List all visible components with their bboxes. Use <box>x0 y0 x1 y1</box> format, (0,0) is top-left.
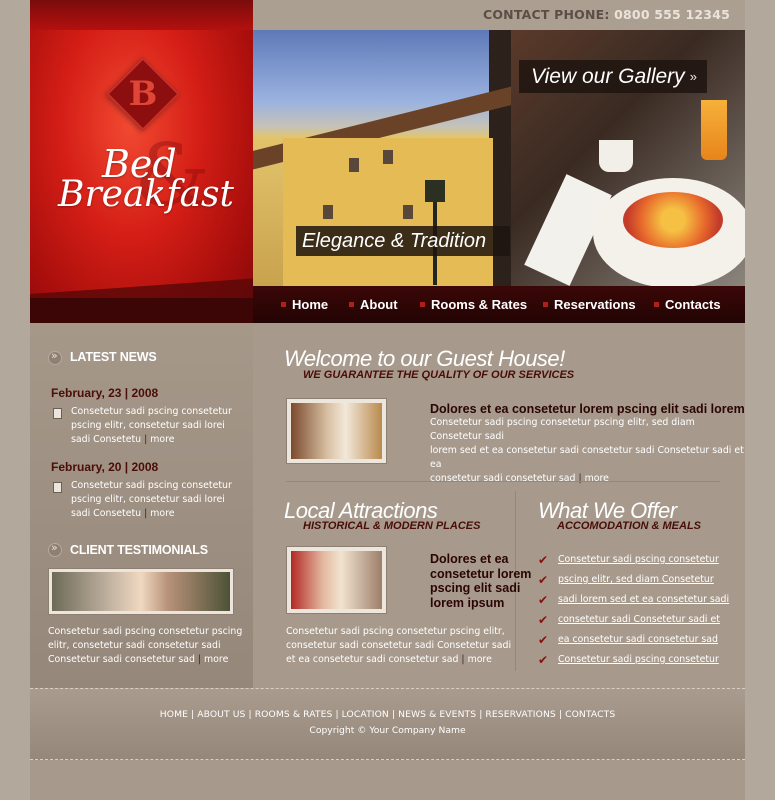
footer-link-about[interactable]: ABOUT US <box>197 709 245 720</box>
attractions-text: Consetetur sadi pscing consetetur pscing… <box>286 626 512 665</box>
main-content: Welcome to our Guest House! WE GUARANTEE… <box>253 323 745 688</box>
offer-link-1[interactable]: Consetetur sadi pscing consetetur <box>558 554 719 565</box>
view-gallery-label: View our Gallery <box>531 65 685 88</box>
testimonial-text: Consetetur sadi pscing consetetur pscing… <box>48 626 243 665</box>
offer-link-2[interactable]: pscing elitr, sed diam Consetetur <box>558 574 714 585</box>
page: CONTACT PHONE: 0800 555 12345 B & Bed Br… <box>30 0 745 800</box>
nav-rooms-rates[interactable]: Rooms & Rates <box>419 286 527 323</box>
footer-link-location[interactable]: LOCATION <box>342 709 389 720</box>
welcome-item-title: Dolores et ea consetetur lorem pscing el… <box>430 402 745 416</box>
footer-link-reservations[interactable]: RESERVATIONS <box>485 709 555 720</box>
news-text-1: Consetetur sadi pscing consetetur pscing… <box>71 406 232 445</box>
footer-link-news-events[interactable]: NEWS & EVENTS <box>398 709 476 720</box>
footer: HOME | ABOUT US | ROOMS & RATES | LOCATION | NEW… <box>30 688 745 760</box>
offer-link-5[interactable]: ea consetetur sadi consetetur sad <box>558 634 718 645</box>
top-bar: CONTACT PHONE: 0800 555 12345 <box>30 0 745 30</box>
footer-link-home[interactable]: HOME <box>160 709 188 720</box>
testimonial-photo <box>48 568 234 615</box>
testimonial-more-link[interactable]: more <box>204 654 228 665</box>
double-chevron-right-icon: » <box>689 69 697 84</box>
offer-link-3[interactable]: sadi lorem sed et ea consetetur sadi <box>558 594 729 605</box>
logo-ribbon-shadow <box>30 298 253 323</box>
offer-link-6[interactable]: Consetetur sadi pscing consetetur <box>558 654 719 665</box>
nav-contacts[interactable]: Contacts <box>654 286 721 323</box>
nav-about[interactable]: About <box>349 286 398 323</box>
juice-glass-image <box>701 100 727 160</box>
latest-news-heading: LATEST NEWS <box>70 350 157 364</box>
attractions-item-title: Dolores et ea consetetur lorem pscing el… <box>430 552 532 610</box>
footer-divider-top <box>30 688 745 689</box>
news-text-2: Consetetur sadi pscing consetetur pscing… <box>71 480 232 519</box>
news-date-1: February, 23 | 2008 <box>51 386 159 400</box>
hero-banner: View our Gallery » Elegance & Tradition <box>253 30 745 286</box>
footer-link-rooms-rates[interactable]: ROOMS & RATES <box>255 709 333 720</box>
content-divider <box>286 481 720 482</box>
news-more-link-2[interactable]: more <box>150 508 174 519</box>
footer-link-contacts[interactable]: CONTACTS <box>565 709 615 720</box>
site-logo[interactable]: B & Bed Breakfast <box>30 30 253 323</box>
what-we-offer-subtitle: ACCOMODATION & MEALS <box>557 520 702 532</box>
local-attractions-subtitle: HISTORICAL & MODERN PLACES <box>303 520 481 532</box>
coffee-cup-image <box>599 140 633 172</box>
logo-diamond-icon: B <box>106 57 180 131</box>
bedroom-thumbnail <box>286 398 387 464</box>
view-gallery-button[interactable]: View our Gallery » <box>519 60 707 93</box>
checkmark-icon: ✔ <box>538 553 549 567</box>
checkmark-icon: ✔ <box>538 653 549 667</box>
checkmark-icon: ✔ <box>538 593 549 607</box>
contact-phone-number: 0800 555 12345 <box>614 7 730 22</box>
welcome-more-link[interactable]: more <box>585 473 609 484</box>
footer-divider-bottom <box>30 759 745 760</box>
news-date-2: February, 20 | 2008 <box>51 460 159 474</box>
fruit-plate-image <box>593 178 745 286</box>
attractions-more-link[interactable]: more <box>468 654 492 665</box>
nav-home[interactable]: Home <box>280 286 328 323</box>
latest-news-bullet-icon <box>48 349 62 365</box>
sidebar: LATEST NEWS February, 23 | 2008 Consetet… <box>30 323 253 688</box>
welcome-item-text: Consetetur sadi pscing consetetur pscing… <box>430 417 744 484</box>
checkmark-icon: ✔ <box>538 633 549 647</box>
checkmark-icon: ✔ <box>538 573 549 587</box>
news-more-link-1[interactable]: more <box>150 434 174 445</box>
document-icon <box>53 408 62 419</box>
offer-link-4[interactable]: consetetur sadi Consetetur sadi et <box>558 614 720 625</box>
testimonials-bullet-icon <box>48 541 62 557</box>
document-icon <box>53 482 62 493</box>
nav-reservations[interactable]: Reservations <box>543 286 636 323</box>
attractions-thumbnail <box>286 546 387 614</box>
logo-word-breakfast: Breakfast <box>58 174 234 215</box>
footer-nav: HOME | ABOUT US | ROOMS & RATES | LOCATION | NEW… <box>159 709 616 720</box>
logo-top-strip <box>30 0 253 30</box>
contact-phone-label: CONTACT PHONE: <box>482 7 610 22</box>
main-nav: Home About Rooms & Rates Reservations Co… <box>253 286 745 323</box>
checkmark-icon: ✔ <box>538 613 549 627</box>
welcome-subtitle: WE GUARANTEE THE QUALITY OF OUR SERVICES <box>303 369 575 381</box>
copyright: Copyright © Your Company Name <box>309 725 466 736</box>
client-testimonials-heading: CLIENT TESTIMONIALS <box>70 543 208 557</box>
contact-phone: CONTACT PHONE: 0800 555 12345 <box>483 7 730 22</box>
hero-tagline: Elegance & Tradition <box>296 226 510 256</box>
